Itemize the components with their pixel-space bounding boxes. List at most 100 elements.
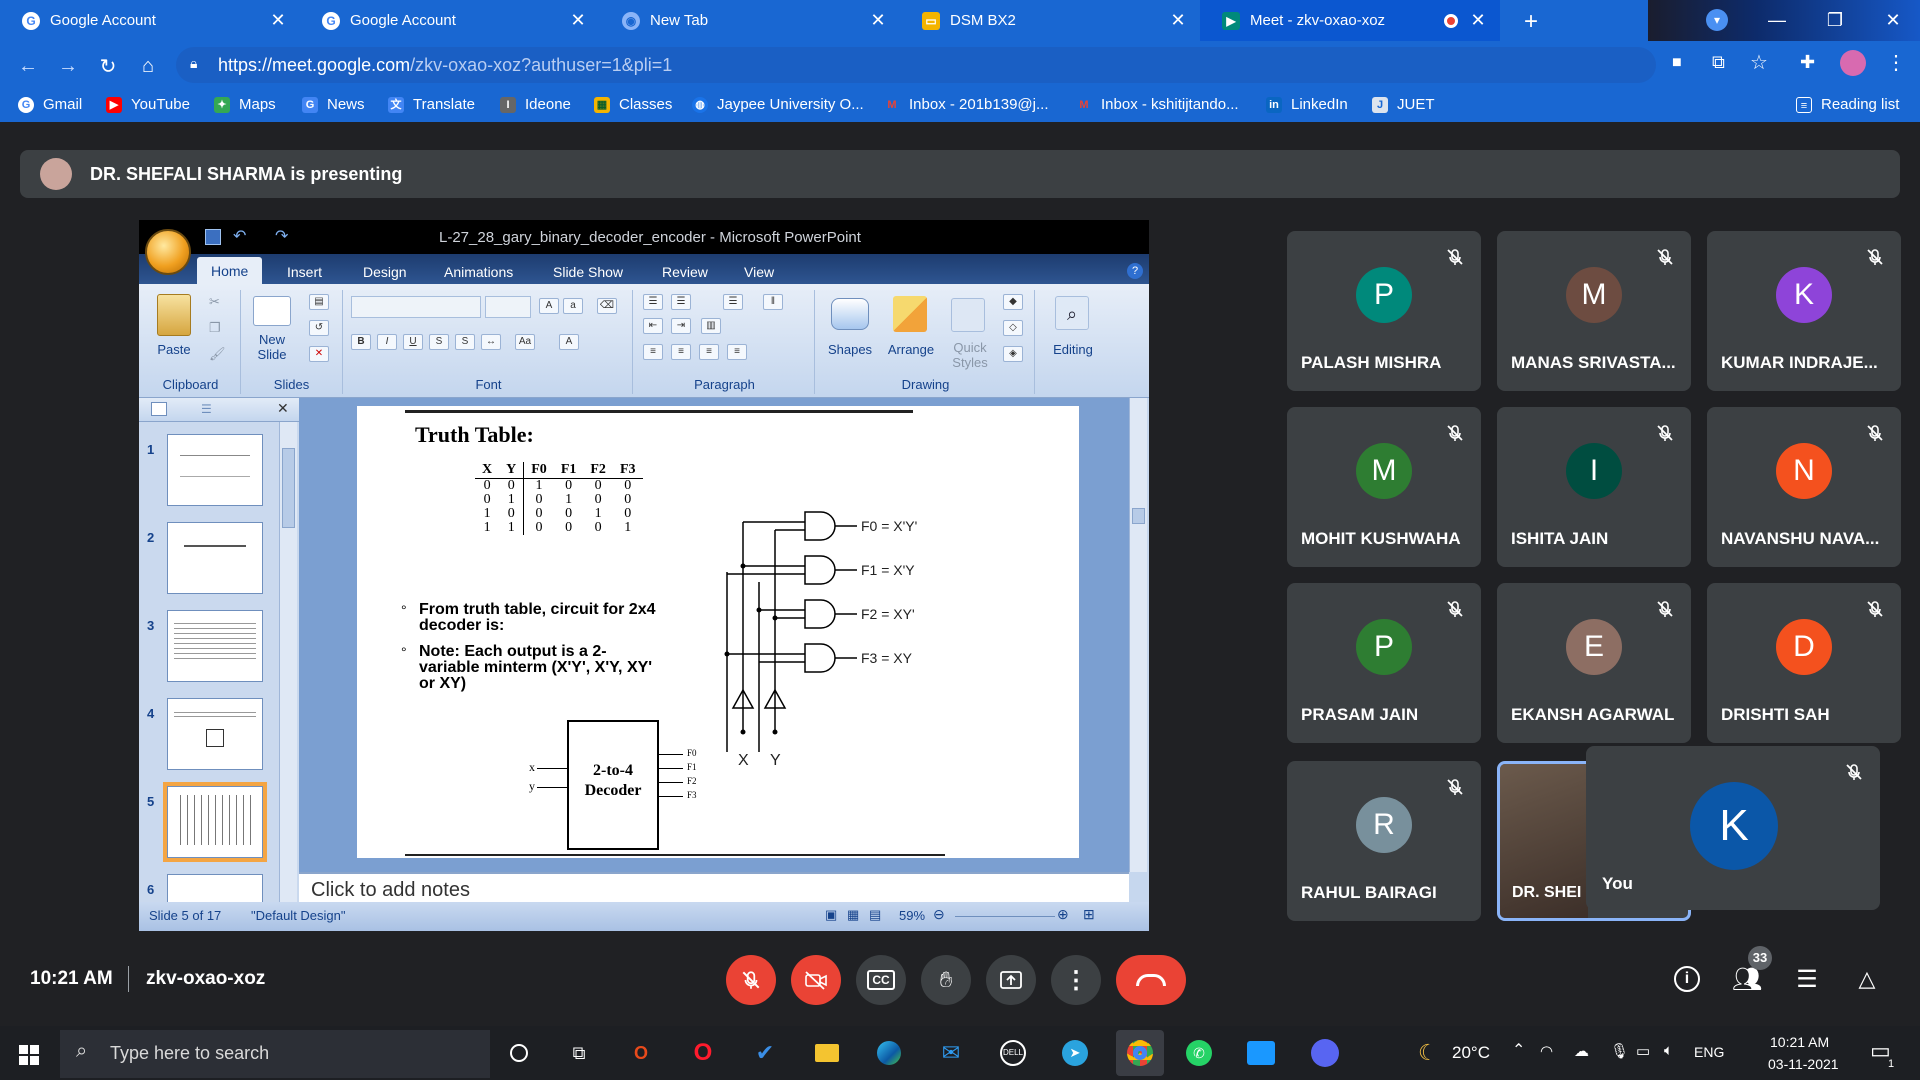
italic-icon[interactable]: I — [377, 334, 397, 350]
office-button-icon[interactable] — [145, 229, 191, 275]
participant-tile[interactable]: M MANAS SRIVASTA... — [1497, 231, 1691, 391]
line-spacing-icon[interactable]: ☰ — [723, 294, 743, 310]
profile-avatar[interactable] — [1840, 50, 1866, 76]
forward-icon[interactable]: → — [54, 52, 82, 80]
whatsapp-icon[interactable]: ✆ — [1182, 1036, 1216, 1070]
bookmark-classes[interactable]: ▦ Classes — [594, 96, 672, 113]
help-icon[interactable]: ? — [1127, 263, 1143, 279]
cut-icon[interactable]: ✂ — [209, 294, 220, 310]
shrink-font-icon[interactable]: a — [563, 298, 583, 314]
tab-meet[interactable]: ▶ Meet - zkv-oxao-xoz ✕ — [1200, 0, 1500, 41]
font-color-icon[interactable]: A — [559, 334, 579, 350]
bookmark-jaypee[interactable]: ◍ Jaypee University O... — [692, 96, 864, 113]
volume-icon[interactable]: 🔈︎ — [1664, 1042, 1673, 1059]
close-tab-icon[interactable]: ✕ — [566, 10, 590, 31]
zoom-slider[interactable] — [955, 916, 1055, 917]
cloud-icon[interactable]: ☁ — [1574, 1042, 1589, 1060]
language-indicator[interactable]: ENG — [1694, 1044, 1724, 1060]
office-icon[interactable]: O — [624, 1036, 658, 1070]
bookmark-news[interactable]: G News — [302, 96, 365, 113]
spacing-icon[interactable]: ↔ — [481, 334, 501, 350]
grow-font-icon[interactable]: A — [539, 298, 559, 314]
mail-icon[interactable]: ✉ — [934, 1036, 968, 1070]
bookmark-youtube[interactable]: ▶ YouTube — [106, 96, 190, 113]
participant-tile[interactable]: D DRISHTI SAH — [1707, 583, 1901, 743]
align-right-icon[interactable]: ≡ — [699, 344, 719, 360]
home-icon[interactable]: ⌂ — [134, 52, 162, 80]
slide-thumbnail[interactable] — [167, 698, 263, 770]
meeting-details-button[interactable]: i — [1670, 962, 1704, 996]
tray-overflow-icon[interactable]: ⌃ — [1512, 1040, 1525, 1060]
editing-button[interactable]: Editing — [1039, 342, 1107, 357]
ribbon-tab-design[interactable]: Design — [363, 264, 407, 280]
shape-outline-icon[interactable]: ◇ — [1003, 320, 1023, 336]
zoom-level[interactable]: 59% — [899, 908, 925, 923]
bookmark-juet[interactable]: J JUET — [1372, 96, 1435, 113]
slide-thumbnail-selected[interactable] — [167, 786, 263, 858]
back-icon[interactable]: ← — [14, 52, 42, 80]
discord-icon[interactable] — [1308, 1036, 1342, 1070]
task-view-icon[interactable]: ⧉ — [562, 1036, 596, 1070]
raise-hand-button[interactable]: ✋︎ — [921, 955, 971, 1005]
decrease-indent-icon[interactable]: ⇤ — [643, 318, 663, 334]
bookmark-inbox-1[interactable]: M Inbox - 201b139@j... — [884, 96, 1048, 113]
slideshow-view-icon[interactable]: ▤ — [869, 907, 881, 923]
close-pane-icon[interactable]: ✕ — [277, 400, 289, 417]
close-tab-icon[interactable]: ✕ — [1166, 10, 1190, 31]
ribbon-tab-review[interactable]: Review — [662, 264, 708, 280]
cortana-icon[interactable] — [502, 1036, 536, 1070]
shape-fill-icon[interactable]: ◆ — [1003, 294, 1023, 310]
notes-pane[interactable]: Click to add notes — [299, 872, 1129, 902]
edge-icon[interactable] — [872, 1036, 906, 1070]
chat-button[interactable]: ☰ — [1790, 962, 1824, 996]
ribbon-tab-view[interactable]: View — [744, 264, 774, 280]
close-tab-icon[interactable]: ✕ — [1466, 10, 1490, 31]
tab-search-icon[interactable]: ▾ — [1706, 9, 1728, 31]
columns-icon[interactable]: ▥ — [701, 318, 721, 334]
font-size-select[interactable] — [485, 296, 531, 318]
fit-slide-icon[interactable]: ⊞ — [1083, 906, 1095, 923]
change-case-icon[interactable]: Aa — [515, 334, 535, 350]
file-explorer-icon[interactable] — [810, 1036, 844, 1070]
new-slide-button[interactable]: New Slide — [245, 332, 299, 362]
minimize-icon[interactable]: — — [1748, 0, 1806, 41]
font-family-select[interactable] — [351, 296, 481, 318]
undo-icon[interactable]: ↶ — [233, 226, 246, 246]
redo-icon[interactable]: ↷ — [275, 226, 288, 246]
align-center-icon[interactable]: ≡ — [671, 344, 691, 360]
ribbon-tab-slideshow[interactable]: Slide Show — [553, 264, 623, 280]
shapes-button[interactable]: Shapes — [821, 342, 879, 357]
arrange-icon[interactable] — [893, 296, 927, 332]
slide-thumbnail[interactable] — [167, 874, 263, 904]
quick-styles-button[interactable]: Quick Styles — [941, 340, 999, 370]
opera-icon[interactable]: O — [686, 1036, 720, 1070]
leave-call-button[interactable] — [1116, 955, 1186, 1005]
slides-tab-icon[interactable] — [151, 402, 167, 416]
prime-video-icon[interactable] — [1244, 1036, 1278, 1070]
participant-tile[interactable]: R RAHUL BAIRAGI — [1287, 761, 1481, 921]
ribbon-tab-home[interactable]: Home — [197, 257, 263, 285]
reload-icon[interactable]: ↻ — [94, 52, 122, 80]
dell-icon[interactable]: DELL — [996, 1036, 1030, 1070]
ribbon-tab-animations[interactable]: Animations — [444, 264, 513, 280]
justify-icon[interactable]: ≡ — [727, 344, 747, 360]
layout-icon[interactable]: ▤ — [309, 294, 329, 310]
align-left-icon[interactable]: ≡ — [643, 344, 663, 360]
new-slide-icon[interactable] — [253, 296, 291, 326]
bullets-icon[interactable]: ☰ — [643, 294, 663, 310]
lock-icon[interactable]: 🔒︎ — [190, 55, 206, 73]
reading-list[interactable]: ≡ Reading list — [1796, 96, 1899, 113]
shadow-icon[interactable]: S — [455, 334, 475, 350]
activities-button[interactable]: △ — [1850, 962, 1884, 996]
slide-thumbnail[interactable] — [167, 434, 263, 506]
extensions-icon[interactable]: ✚ — [1800, 52, 1815, 73]
close-window-icon[interactable]: ✕ — [1864, 0, 1920, 41]
underline-icon[interactable]: U — [403, 334, 423, 350]
bookmark-star-icon[interactable]: ☆ — [1750, 50, 1768, 75]
participant-tile[interactable]: N NAVANSHU NAVA... — [1707, 407, 1901, 567]
participant-tile[interactable]: K KUMAR INDRAJE... — [1707, 231, 1901, 391]
shapes-icon[interactable] — [831, 298, 869, 330]
outline-tab-icon[interactable]: ☰ — [201, 402, 221, 416]
mic-toggle-button[interactable] — [726, 955, 776, 1005]
telegram-icon[interactable]: ➤ — [1058, 1036, 1092, 1070]
